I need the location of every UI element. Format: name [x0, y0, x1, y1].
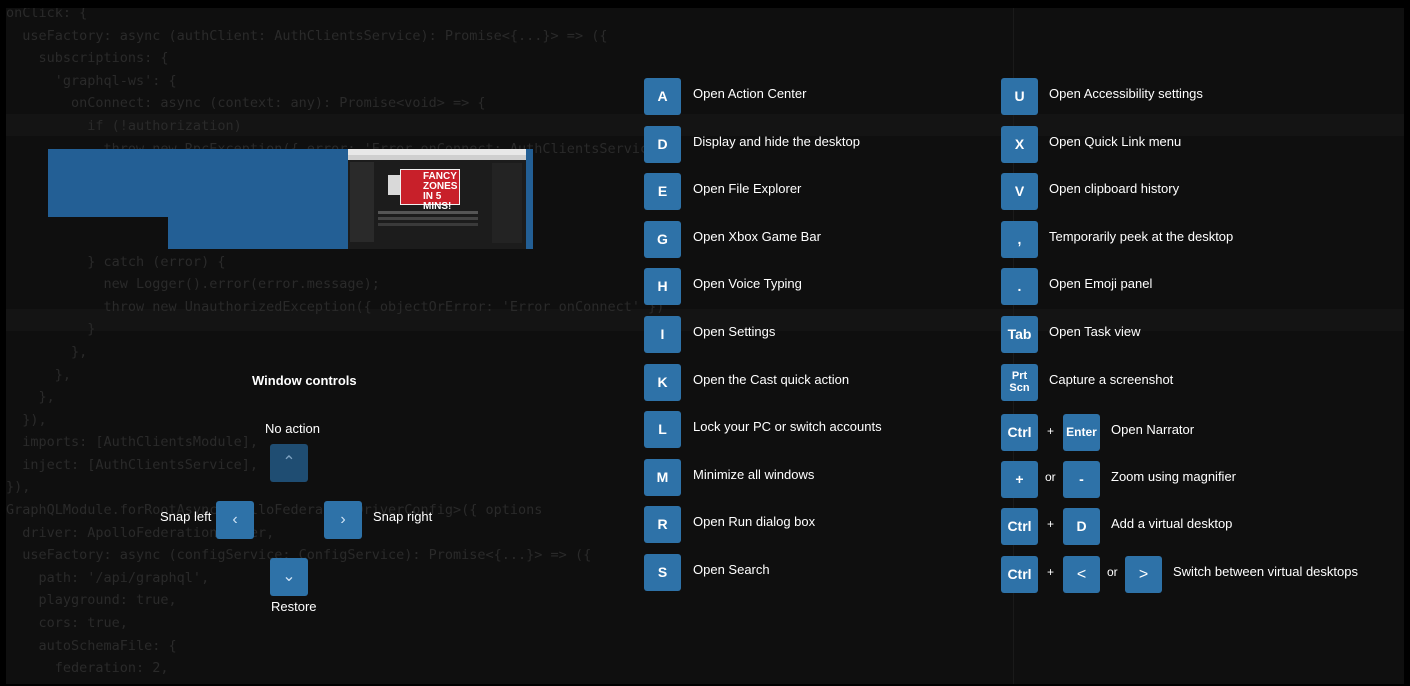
banner-text: FANCY ZONES IN 5 MINS!: [423, 171, 458, 212]
key-x: X: [1001, 125, 1038, 163]
ctrl-key: Ctrl: [1001, 556, 1038, 593]
key-h: H: [644, 268, 681, 306]
window-controls-title: Window controls: [252, 373, 357, 388]
plus-joiner: +: [1047, 565, 1055, 579]
key-v: V: [1001, 173, 1038, 211]
shortcut-label: Open Run dialog box: [693, 514, 816, 530]
d-key: D: [1063, 508, 1100, 545]
plus-joiner: +: [1047, 517, 1055, 531]
shortcut-label: Open Search: [693, 562, 770, 577]
shortcut-label: Open Xbox Game Bar: [693, 228, 821, 244]
chevron-down-icon[interactable]: ⌄: [270, 558, 308, 596]
key-l: L: [644, 411, 681, 449]
shortcut-label: Open Narrator: [1111, 422, 1195, 437]
key-: .: [1001, 268, 1038, 306]
shortcut-label: Open File Explorer: [693, 181, 802, 197]
chevron-up-icon[interactable]: ⌃: [270, 444, 308, 482]
key-s: S: [644, 554, 681, 591]
key-k: K: [644, 363, 681, 401]
or-joiner: or: [1045, 470, 1056, 484]
shortcut-label: Zoom using magnifier: [1111, 469, 1236, 484]
shortcut-label: Switch between virtual desktops: [1173, 564, 1358, 579]
code-editor-background: onClick: { useFactory: async (authClient…: [6, 8, 665, 684]
or-joiner: or: [1107, 565, 1118, 579]
shortcut-guide-overlay: onClick: { useFactory: async (authClient…: [6, 8, 1404, 684]
thumbnail-grid-graphic: [388, 175, 400, 195]
chevron-right-icon: >: [1125, 556, 1162, 593]
shortcut-label: Lock your PC or switch accounts: [693, 419, 882, 435]
shortcut-label: Open Task view: [1049, 324, 1141, 339]
key-u: U: [1001, 78, 1038, 115]
shortcut-label: Add a virtual desktop: [1111, 516, 1233, 531]
chevron-right-icon[interactable]: ›: [324, 501, 362, 539]
shortcut-label: Open clipboard history: [1049, 181, 1180, 197]
thumbnail-right-sidebar: [492, 163, 522, 243]
snap-right-label: Snap right: [373, 509, 433, 524]
shortcut-label: Temporarily peek at the desktop: [1049, 228, 1234, 244]
key-m: M: [644, 458, 681, 496]
shortcut-label: Open the Cast quick action: [693, 371, 850, 387]
plus-joiner: +: [1047, 424, 1055, 438]
thumbnail-banner-logo: FANCY ZONES IN 5 MINS!: [400, 169, 460, 212]
key-i: I: [644, 316, 681, 353]
shortcut-label: Minimize all windows: [693, 466, 815, 482]
thumbnail-addressbar: [348, 155, 526, 160]
thumbnail-sidebar: [350, 162, 374, 242]
shortcut-label: Open Settings: [693, 324, 776, 339]
key-r: R: [644, 506, 681, 544]
shortcut-label: Open Quick Link menu: [1049, 133, 1182, 149]
plus-key: +: [1001, 461, 1038, 498]
shortcut-label: Open Voice Typing: [693, 276, 802, 292]
ctrl-key: Ctrl: [1001, 414, 1038, 451]
key-prtscn: Prt Scn: [1001, 363, 1038, 401]
restore-label: Restore: [271, 599, 317, 614]
thumbnail-text-lines: [378, 211, 478, 214]
shortcut-label: Display and hide the desktop: [693, 133, 860, 149]
shortcut-label: Open Emoji panel: [1049, 276, 1153, 292]
key-tab: Tab: [1001, 316, 1038, 353]
minus-key: -: [1063, 461, 1100, 498]
shortcut-label: Open Action Center: [693, 86, 807, 101]
key-d: D: [644, 125, 681, 163]
snap-zone-center: [168, 149, 348, 249]
window-thumbnail: FANCY ZONES IN 5 MINS!: [348, 149, 526, 249]
key-: ,: [1001, 220, 1038, 258]
key-g: G: [644, 220, 681, 258]
key-e: E: [644, 173, 681, 211]
enter-key: Enter: [1063, 414, 1100, 451]
shortcut-label: Open Accessibility settings: [1049, 86, 1203, 101]
shortcut-label: Capture a screenshot: [1049, 371, 1174, 387]
ctrl-key: Ctrl: [1001, 508, 1038, 545]
key-a: A: [644, 78, 681, 115]
chevron-left-icon: <: [1063, 556, 1100, 593]
snap-left-label: Snap left: [160, 509, 212, 524]
chevron-left-icon[interactable]: ‹: [216, 501, 254, 539]
no-action-label: No action: [265, 421, 320, 436]
snap-zone-left: [48, 149, 168, 217]
snap-zone-right: [526, 149, 533, 249]
